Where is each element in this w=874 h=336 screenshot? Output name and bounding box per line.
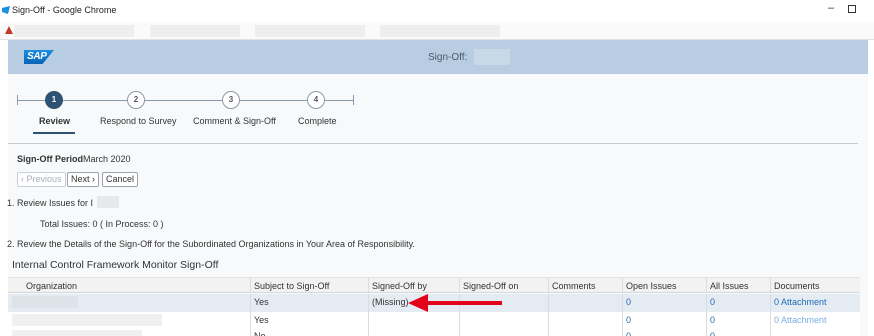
column-header-signed-on[interactable]: Signed-Off on	[459, 278, 548, 292]
column-header-subject[interactable]: Subject to Sign-Off	[250, 278, 368, 292]
comments-cell	[548, 328, 622, 336]
signed-on-cell	[459, 312, 548, 328]
comments-cell	[548, 312, 622, 328]
wizard-step-1[interactable]: 1	[45, 91, 63, 109]
all-issues-link[interactable]: 0	[706, 312, 770, 328]
active-step-indicator	[33, 132, 75, 134]
organization-cell	[8, 294, 250, 312]
table-row[interactable]: No 0 0	[8, 328, 860, 336]
column-header-organization[interactable]: Organization	[8, 278, 250, 292]
column-header-comments[interactable]: Comments	[548, 278, 622, 292]
browser-title-bar: Sign-Off - Google Chrome –	[0, 0, 874, 22]
wizard-end-cap	[353, 95, 354, 105]
cancel-button[interactable]: Cancel	[102, 172, 139, 187]
column-header-open-issues[interactable]: Open Issues	[622, 278, 706, 292]
wizard-step-1-label[interactable]: Review	[39, 116, 70, 126]
cancel-button-label: Cancel	[106, 174, 135, 184]
redacted-organization	[12, 330, 142, 336]
redacted-org-name	[97, 196, 119, 208]
header-title: Sign-Off:	[428, 52, 468, 63]
column-header-all-issues[interactable]: All Issues	[706, 278, 770, 292]
open-issues-link[interactable]: 0	[622, 294, 706, 312]
redacted-block	[14, 25, 134, 37]
subject-cell: No	[250, 328, 368, 336]
signed-on-cell	[459, 328, 548, 336]
section-1-heading: 1. Review Issues for I	[7, 198, 94, 208]
wizard-step-4[interactable]: 4	[307, 91, 325, 109]
minimize-button[interactable]: –	[824, 2, 838, 18]
maximize-button[interactable]	[848, 5, 856, 13]
table-row[interactable]: Yes 0 0 0 Attachment	[8, 312, 860, 328]
column-header-documents[interactable]: Documents	[770, 278, 860, 292]
next-button-label: Next	[71, 174, 90, 184]
redacted-block	[380, 25, 500, 37]
attachment-link[interactable]: 0 Attachment	[770, 312, 860, 328]
total-issues-summary: Total Issues: 0 ( In Process: 0 )	[40, 219, 164, 229]
organization-cell	[8, 328, 250, 336]
redacted-header-value	[474, 49, 510, 65]
wizard-step-2-label[interactable]: Respond to Survey	[100, 116, 177, 126]
sap-tab-icon	[2, 6, 10, 14]
address-bar[interactable]	[0, 22, 874, 40]
comments-cell	[548, 294, 622, 312]
table-title: Internal Control Framework Monitor Sign-…	[12, 259, 219, 271]
all-issues-link[interactable]: 0	[706, 294, 770, 312]
next-button[interactable]: Next ›	[67, 172, 100, 187]
subject-cell: Yes	[250, 312, 368, 328]
table-header-row: Organization Subject to Sign-Off Signed-…	[8, 277, 860, 293]
warning-icon	[5, 26, 13, 34]
all-issues-link[interactable]: 0	[706, 328, 770, 336]
subject-cell: Yes	[250, 294, 368, 312]
redacted-block	[150, 25, 240, 37]
open-issues-link[interactable]: 0	[622, 328, 706, 336]
wizard-track	[17, 100, 354, 101]
redacted-block	[255, 25, 365, 37]
previous-button-label: Previous	[26, 174, 62, 184]
wizard-step-3[interactable]: 3	[222, 91, 240, 109]
wizard-step-2[interactable]: 2	[127, 91, 145, 109]
signed-by-cell	[368, 328, 459, 336]
redacted-organization	[12, 296, 78, 308]
column-header-signed-by[interactable]: Signed-Off by	[368, 278, 459, 292]
section-divider	[8, 143, 858, 144]
sap-shell-header: SAP Sign-Off:	[8, 40, 868, 74]
signoff-period-value: March 2020	[83, 154, 131, 164]
window-title: Sign-Off - Google Chrome	[12, 5, 117, 15]
attachment-link[interactable]	[770, 328, 860, 336]
sap-logo[interactable]: SAP	[24, 50, 54, 64]
previous-button[interactable]: ‹ Previous	[17, 172, 66, 187]
redacted-organization	[12, 314, 162, 326]
chevron-right-icon: ›	[92, 174, 96, 184]
wizard-step-3-label[interactable]: Comment & Sign-Off	[193, 116, 276, 126]
signoff-period-label: Sign-Off Period	[17, 154, 83, 164]
attachment-link[interactable]: 0 Attachment	[770, 294, 860, 312]
chevron-left-icon: ‹	[21, 174, 24, 184]
wizard-step-4-label[interactable]: Complete	[298, 116, 337, 126]
open-issues-link[interactable]: 0	[622, 312, 706, 328]
red-arrow-annotation	[408, 294, 502, 312]
section-2-heading: 2. Review the Details of the Sign-Off fo…	[7, 239, 415, 249]
organization-cell	[8, 312, 250, 328]
signed-by-cell	[368, 312, 459, 328]
